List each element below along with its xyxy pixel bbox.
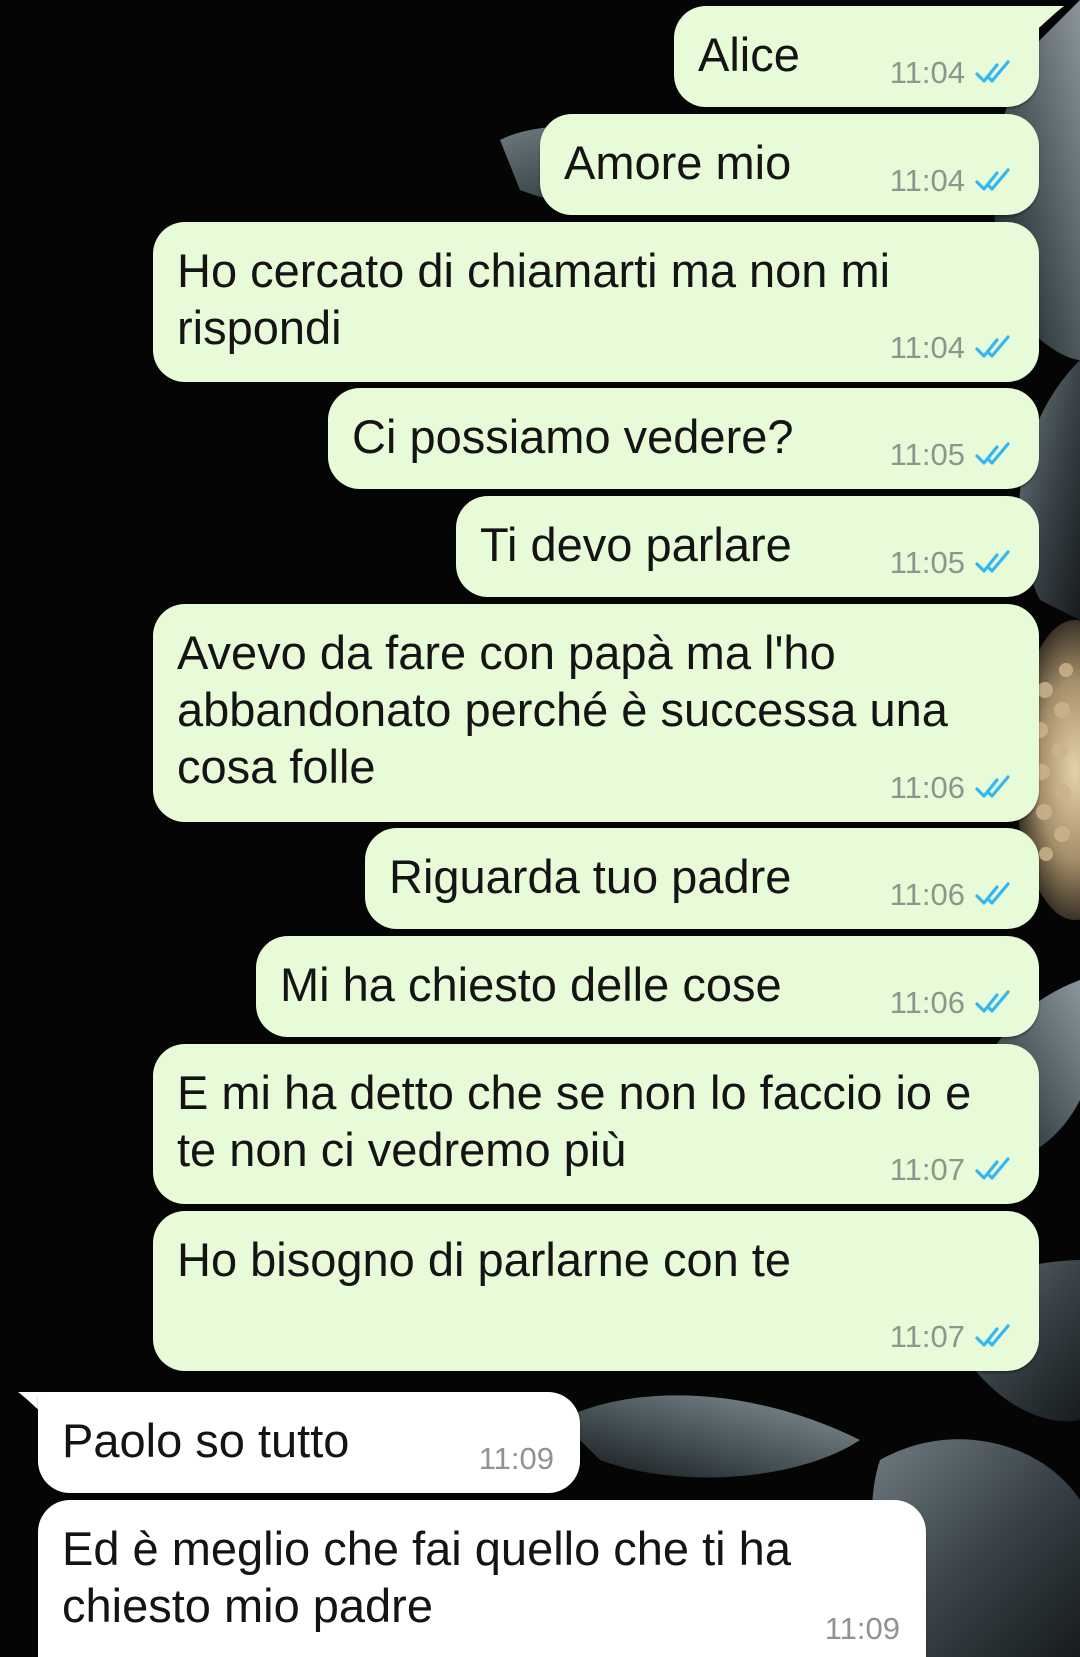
message-time: 11:09 <box>478 1441 554 1476</box>
message-time: 11:06 <box>889 877 965 912</box>
outgoing-message[interactable]: Mi ha chiesto delle cose 11:06 <box>256 936 1039 1037</box>
chat-conversation: Alice 11:04 Amore mio 11:04 Ho cercato d… <box>0 0 1080 1657</box>
message-meta: 11:06 <box>890 875 1015 915</box>
double-check-read-icon <box>975 335 1010 358</box>
message-text: Paolo so tutto <box>62 1414 350 1467</box>
message-meta: 11:06 <box>890 768 1015 808</box>
message-time: 11:05 <box>889 437 965 472</box>
outgoing-message[interactable]: Amore mio 11:04 <box>540 114 1039 215</box>
incoming-message[interactable]: Ed è meglio che fai quello che ti ha chi… <box>38 1500 926 1657</box>
message-time: 11:04 <box>889 163 965 198</box>
outgoing-message[interactable]: Riguarda tuo padre 11:06 <box>365 828 1039 929</box>
double-check-read-icon <box>975 775 1010 798</box>
message-text: Ho bisogno di parlarne con te <box>177 1233 792 1286</box>
outgoing-message[interactable]: Ho bisogno di parlarne con te 11:07 <box>153 1211 1039 1371</box>
message-meta: 11:07 <box>890 1317 1015 1357</box>
double-check-read-icon <box>975 60 1010 83</box>
outgoing-message[interactable]: Avevo da fare con papà ma l'ho abbandona… <box>153 604 1039 822</box>
message-text: Amore mio <box>564 136 792 189</box>
message-meta: 11:04 <box>890 53 1015 93</box>
outgoing-message[interactable]: Ho cercato di chiamarti ma non mi rispon… <box>153 222 1039 382</box>
outgoing-message[interactable]: Alice 11:04 <box>674 6 1039 107</box>
message-text: Alice <box>698 28 800 81</box>
incoming-message[interactable]: Paolo so tutto 11:09 <box>38 1392 580 1493</box>
message-text: Mi ha chiesto delle cose <box>280 958 782 1011</box>
message-time: 11:06 <box>889 985 965 1020</box>
bubble-tail <box>1030 6 1064 36</box>
double-check-read-icon <box>975 882 1010 905</box>
message-time: 11:07 <box>889 1152 965 1187</box>
outgoing-message[interactable]: E mi ha detto che se non lo faccio io e … <box>153 1044 1039 1204</box>
outgoing-message[interactable]: Ci possiamo vedere? 11:05 <box>328 388 1039 489</box>
message-time: 11:06 <box>889 770 965 805</box>
message-meta: 11:04 <box>890 328 1015 368</box>
message-time: 11:07 <box>889 1319 965 1354</box>
message-meta: 11:06 <box>890 983 1015 1023</box>
message-meta: 11:04 <box>890 161 1015 201</box>
message-meta: 11:05 <box>890 435 1015 475</box>
message-meta: 11:09 <box>825 1609 900 1649</box>
double-check-read-icon <box>975 168 1010 191</box>
message-meta: 11:09 <box>479 1439 554 1479</box>
double-check-read-icon <box>975 550 1010 573</box>
message-meta: 11:07 <box>890 1150 1015 1190</box>
message-text: Ti devo parlare <box>480 518 792 571</box>
message-time: 11:04 <box>889 330 965 365</box>
message-text: Ci possiamo vedere? <box>352 410 794 463</box>
message-time: 11:09 <box>824 1611 900 1646</box>
message-text: Ed è meglio che fai quello che ti ha chi… <box>62 1522 791 1632</box>
double-check-read-icon <box>975 1324 1010 1347</box>
double-check-read-icon <box>975 442 1010 465</box>
double-check-read-icon <box>975 990 1010 1013</box>
message-meta: 11:05 <box>890 543 1015 583</box>
message-time: 11:04 <box>889 55 965 90</box>
double-check-read-icon <box>975 1157 1010 1180</box>
message-text: Riguarda tuo padre <box>389 850 792 903</box>
outgoing-message[interactable]: Ti devo parlare 11:05 <box>456 496 1039 597</box>
message-time: 11:05 <box>889 545 965 580</box>
